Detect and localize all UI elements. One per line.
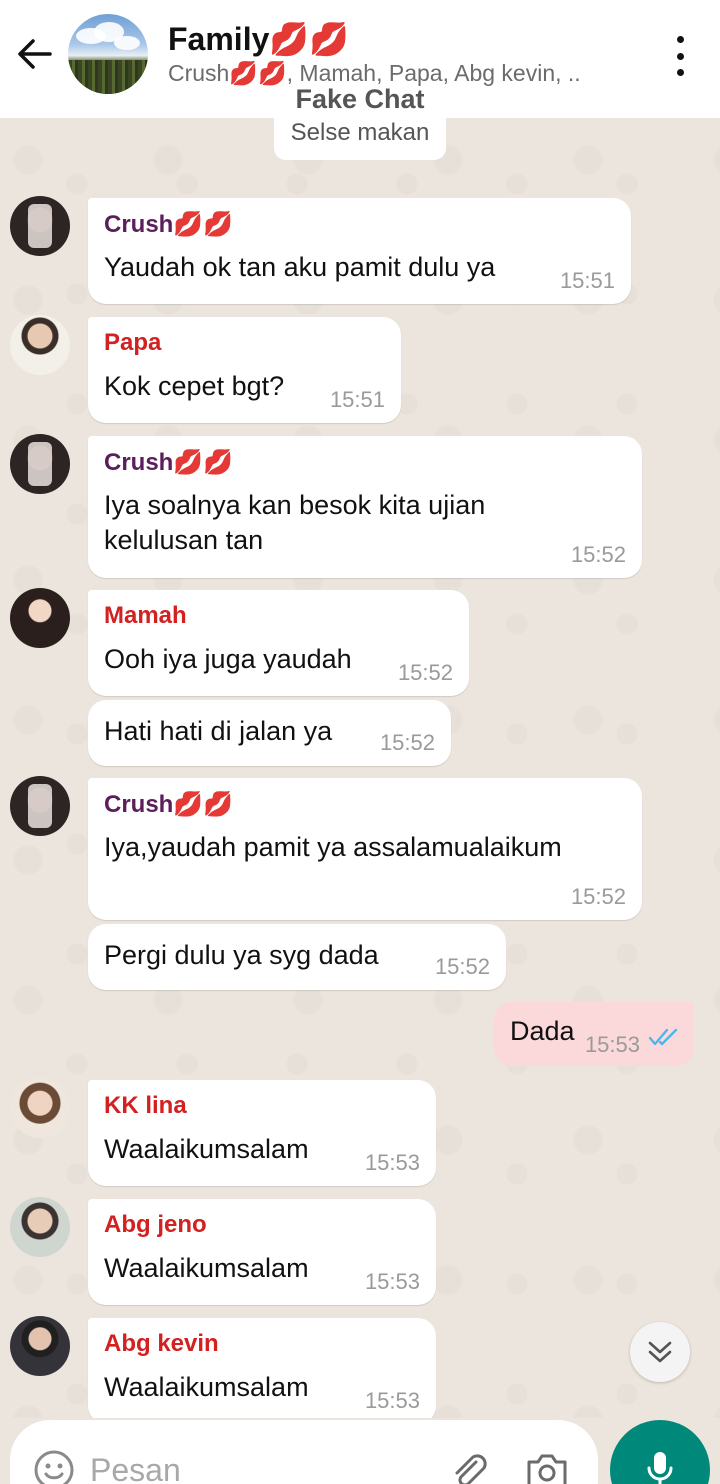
sender-name: Crush💋💋	[104, 211, 234, 238]
message-bubble[interactable]: Crush💋💋 Iya,yaudah pamit ya assalamualai…	[88, 778, 642, 920]
avatar[interactable]	[10, 776, 70, 836]
message-time: 15:52	[397, 660, 453, 685]
sender-name: KK lina	[104, 1092, 187, 1119]
message-text: Pergi dulu ya syg dada	[104, 940, 379, 970]
message-bubble[interactable]: Abg kevin Waalaikumsalam 15:53	[88, 1318, 436, 1418]
message-bubble[interactable]: KK lina Waalaikumsalam 15:53	[88, 1080, 436, 1186]
avatar[interactable]	[10, 196, 70, 256]
sender-name: Papa	[104, 329, 162, 356]
group-title[interactable]: Family💋💋	[168, 20, 349, 58]
message-text: Dada	[510, 1016, 575, 1046]
message-time: 15:53	[364, 1150, 420, 1175]
message-bubble[interactable]: Abg jeno Waalaikumsalam 15:53	[88, 1199, 436, 1305]
message-time: 15:53	[364, 1269, 420, 1294]
message-text: Kok cepet bgt?	[104, 371, 285, 401]
message-bubble[interactable]: Pergi dulu ya syg dada 15:52	[88, 924, 506, 990]
outgoing-message-bubble[interactable]: Dada 15:53	[494, 1002, 694, 1066]
message-bubble[interactable]: Crush💋💋 Yaudah ok tan aku pamit dulu ya …	[88, 198, 631, 304]
message-time: 15:51	[329, 387, 385, 412]
group-members[interactable]: Crush💋💋, Mamah, Papa, Abg kevin, ..	[168, 60, 581, 87]
avatar[interactable]	[10, 434, 70, 494]
avatar[interactable]	[10, 1078, 70, 1138]
message-input[interactable]: Pesan	[90, 1452, 181, 1484]
message-bubble[interactable]: Crush💋💋 Iya soalnya kan besok kita ujian…	[88, 436, 642, 578]
avatar[interactable]	[10, 1316, 70, 1376]
camera-icon[interactable]	[524, 1448, 570, 1484]
message-text: Hati hati di jalan ya	[104, 716, 333, 746]
message-time: 15:51	[559, 268, 615, 293]
mic-button[interactable]	[610, 1420, 710, 1484]
arrow-back-icon[interactable]	[12, 34, 56, 74]
message-text: Iya,yaudah pamit ya assalamualaikum	[104, 832, 562, 862]
message-bubble[interactable]: Mamah Ooh iya juga yaudah 15:52	[88, 590, 469, 696]
message-bubble[interactable]: Papa Kok cepet bgt? 15:51	[88, 317, 401, 423]
avatar[interactable]	[10, 315, 70, 375]
mic-icon	[647, 1452, 673, 1484]
message-time: 15:52	[434, 954, 490, 979]
message-text: Ooh iya juga yaudah	[104, 644, 352, 674]
sender-name: Crush💋💋	[104, 449, 234, 476]
message-input-bar[interactable]: Pesan	[10, 1420, 598, 1484]
paperclip-icon[interactable]	[446, 1448, 490, 1484]
more-vertical-icon[interactable]	[670, 36, 690, 76]
chat-area[interactable]: Selse makan Crush💋💋 Yaudah ok tan aku pa…	[0, 118, 720, 1418]
message-time: 15:52	[570, 884, 626, 909]
avatar[interactable]	[10, 1197, 70, 1257]
previous-message-bubble: Selse makan	[274, 118, 446, 160]
message-bubble[interactable]: Hati hati di jalan ya 15:52	[88, 700, 451, 766]
avatar[interactable]	[10, 588, 70, 648]
message-time: 15:53	[364, 1388, 420, 1413]
message-text: Yaudah ok tan aku pamit dulu ya	[104, 252, 496, 282]
fake-chat-label: Fake Chat	[295, 84, 425, 114]
group-avatar[interactable]	[68, 14, 148, 94]
sender-name: Crush💋💋	[104, 791, 234, 818]
sender-name: Abg jeno	[104, 1211, 207, 1238]
emoji-icon[interactable]	[32, 1448, 76, 1484]
sender-name: Mamah	[104, 602, 187, 629]
scroll-down-button[interactable]	[630, 1322, 690, 1382]
message-text-line-1: Iya soalnya kan besok kita ujian	[104, 490, 486, 520]
previous-message-text: Selse makan	[290, 119, 430, 146]
message-time: 15:52	[379, 730, 435, 755]
message-text: Waalaikumsalam	[104, 1253, 309, 1283]
message-time: 15:52	[570, 542, 626, 567]
sender-name: Abg kevin	[104, 1330, 219, 1357]
message-text-line-2: kelulusan tan	[104, 525, 264, 555]
message-time: 15:53	[584, 1032, 640, 1057]
message-text: Waalaikumsalam	[104, 1372, 309, 1402]
double-chevron-down-icon	[648, 1341, 672, 1363]
message-text: Waalaikumsalam	[104, 1134, 309, 1164]
double-check-icon	[648, 1027, 680, 1052]
